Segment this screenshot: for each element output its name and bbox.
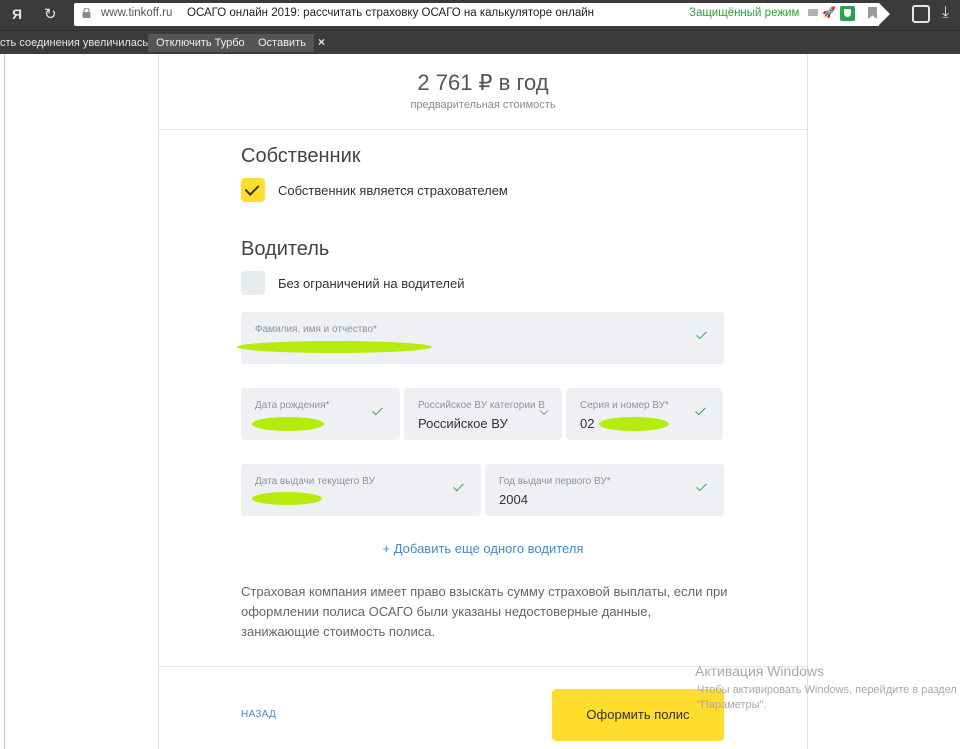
windows-activation-title: Активация Windows (695, 663, 825, 679)
first-license-year-label: Год выдачи первого ВУ* (499, 476, 611, 487)
protected-mode-label[interactable]: Защищённый режим (689, 7, 799, 19)
redaction-mark (252, 417, 324, 431)
birth-date-field[interactable]: Дата рождения* (241, 388, 400, 440)
check-icon (695, 404, 706, 416)
issue-date-label: Дата выдачи текущего ВУ (255, 476, 375, 487)
check-icon (453, 480, 464, 492)
first-license-year-field[interactable]: Год выдачи первого ВУ* 2004 (485, 464, 724, 516)
reload-icon[interactable]: ↻ (44, 5, 57, 23)
chevron-down-icon (539, 406, 549, 416)
chat-icon[interactable] (808, 9, 818, 16)
address-bar-tip (879, 3, 890, 25)
redaction-mark (237, 341, 432, 353)
browser-toolbar: Я ↻ www.tinkoff.ru ОСАГО онлайн 2019: ра… (0, 0, 960, 30)
license-number-label: Серия и номер ВУ* (580, 400, 669, 411)
add-driver-link[interactable]: + Добавить еще одного водителя (158, 541, 808, 556)
lock-icon[interactable] (82, 8, 91, 18)
check-icon (696, 328, 707, 340)
shield-icon[interactable] (840, 6, 855, 21)
price-subtitle: предварительная стоимость (410, 99, 556, 111)
check-icon (696, 480, 707, 492)
translate-icon[interactable] (912, 5, 930, 23)
license-number-value: 02 (580, 416, 595, 431)
unlimited-drivers-checkbox[interactable] (241, 271, 265, 295)
back-link[interactable]: НАЗАД (241, 709, 276, 720)
issue-date-field[interactable]: Дата выдачи текущего ВУ (241, 464, 481, 516)
birth-date-label: Дата рождения* (255, 400, 330, 411)
license-type-value: Российское ВУ (418, 416, 508, 431)
url-page-title[interactable]: ОСАГО онлайн 2019: рассчитать страховку … (187, 7, 594, 19)
first-license-year-value: 2004 (499, 492, 528, 507)
download-icon[interactable]: ⤓ (942, 4, 949, 22)
price-amount: 2 761 ₽ в год (417, 70, 549, 95)
owner-checkbox-label[interactable]: Собственник является страхователем (278, 183, 508, 198)
close-icon[interactable]: × (318, 35, 325, 49)
full-name-field[interactable]: Фамилия, имя и отчество* (241, 312, 724, 364)
turbo-notification-bar: сть соединения увеличилась. Отключить Ту… (0, 30, 960, 54)
disclaimer-text: Страховая компания имеет право взыскать … (241, 584, 728, 639)
redaction-mark (252, 492, 322, 505)
license-type-label: Российское ВУ категории В (418, 400, 545, 411)
turbo-message: сть соединения увеличилась. (0, 37, 152, 49)
redaction-mark (599, 417, 669, 431)
rocket-icon[interactable]: 🚀 (822, 6, 836, 19)
owner-checkbox[interactable] (241, 178, 265, 202)
owner-heading: Собственник (241, 145, 361, 167)
unlimited-drivers-label[interactable]: Без ограничений на водителей (278, 276, 465, 291)
driver-heading: Водитель (241, 238, 330, 260)
url-domain[interactable]: www.tinkoff.ru (101, 7, 172, 19)
license-type-select[interactable]: Российское ВУ категории В Российское ВУ (404, 388, 562, 440)
full-name-label: Фамилия, имя и отчество* (255, 324, 377, 335)
yandex-logo[interactable]: Я (12, 6, 22, 22)
window-border (4, 54, 5, 749)
check-icon (372, 404, 383, 416)
license-number-field[interactable]: Серия и номер ВУ* 02 (566, 388, 723, 440)
keep-turbo-button[interactable]: Оставить (250, 34, 314, 52)
disable-turbo-button[interactable]: Отключить Турбо (148, 34, 253, 52)
divider (159, 129, 807, 130)
windows-activation-text: Чтобы активировать Windows, перейдите в … (697, 684, 957, 711)
